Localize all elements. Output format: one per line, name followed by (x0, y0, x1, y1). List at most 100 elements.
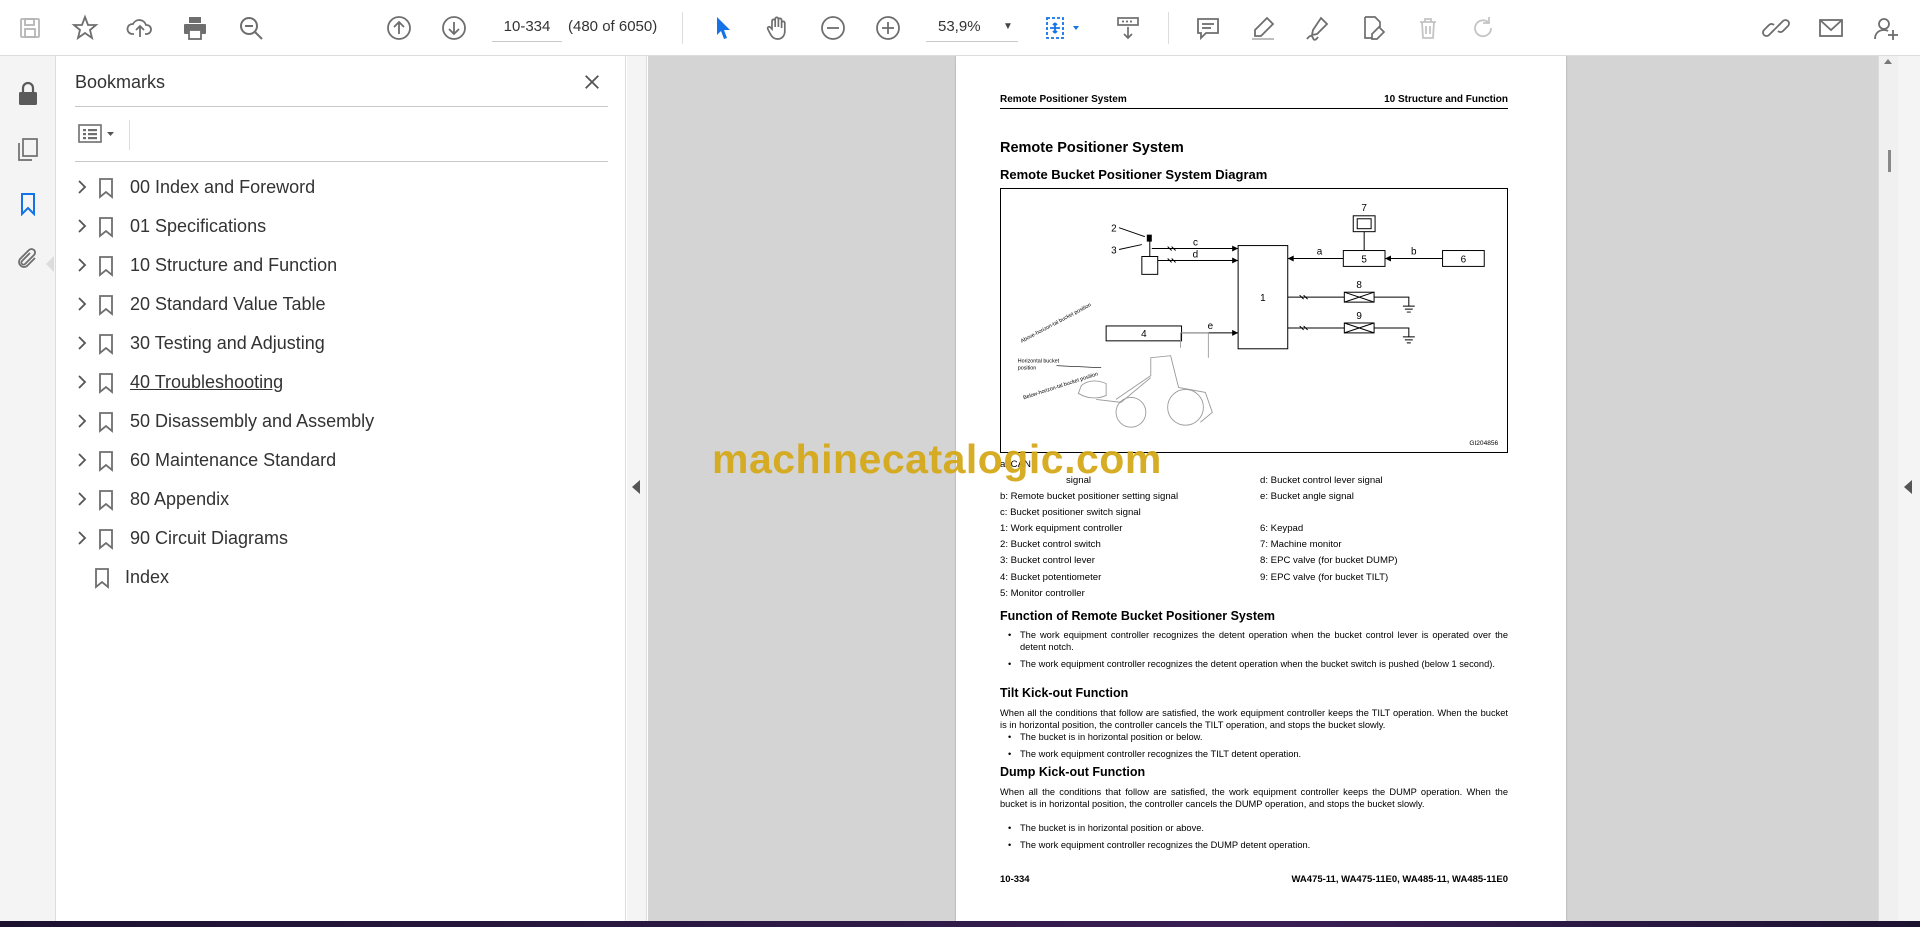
bookmark-label: 30 Testing and Adjusting (130, 333, 325, 353)
watermark-text: machinecatalogic.com (712, 436, 1162, 482)
right-panel-expand-handle[interactable] (1898, 56, 1920, 921)
scroll-up-icon[interactable] (1884, 59, 1892, 64)
bookmark-options-button[interactable] (76, 120, 122, 148)
page-footer-number: 10-334 (1000, 874, 1030, 885)
dump-paragraph: When all the conditions that follow are … (1000, 787, 1508, 809)
diagram-label-2: 2 (1111, 224, 1117, 235)
highlight-pen-icon[interactable] (1245, 10, 1281, 46)
bookmark-item[interactable]: 30 Testing and Adjusting (56, 324, 626, 363)
panel-title: Bookmarks (75, 72, 166, 92)
bookmark-item[interactable]: 40 Troubleshooting (56, 363, 626, 402)
navigation-rail (0, 56, 56, 927)
diagram-label-d: d (1193, 249, 1199, 260)
close-icon[interactable] (578, 68, 606, 96)
main-toolbar: (480 of 6050) 53,9% ▼ (0, 0, 1920, 56)
diagram-arrow (1232, 329, 1239, 336)
bookmark-item[interactable]: 00 Index and Foreword (56, 168, 626, 207)
draw-signature-icon[interactable] (1300, 10, 1336, 46)
print-icon[interactable] (177, 10, 213, 46)
zoom-in-icon[interactable] (870, 10, 906, 46)
section-heading-tilt: Tilt Kick-out Function (1000, 686, 1129, 700)
share-user-icon[interactable] (1868, 10, 1904, 46)
bookmark-icon (99, 334, 113, 355)
running-header-left: Remote Positioner System (1000, 94, 1127, 105)
bookmark-icon (99, 217, 113, 238)
redo-icon[interactable] (1465, 10, 1501, 46)
bookmark-icon (99, 373, 113, 394)
bookmark-label: Index (125, 567, 170, 587)
chevron-right-icon[interactable] (73, 490, 91, 508)
share-link-icon[interactable] (1758, 10, 1794, 46)
lock-icon[interactable] (10, 76, 46, 112)
comment-icon[interactable] (1190, 10, 1226, 46)
bookmark-item[interactable]: 60 Maintenance Standard (56, 441, 626, 480)
function-bullet-1: The work equipment controller recognizes… (1008, 629, 1508, 653)
bookmark-item[interactable]: 20 Standard Value Table (56, 285, 626, 324)
diagram-switch-2 (1146, 234, 1152, 242)
diagram-label-6: 6 (1461, 254, 1467, 265)
pdf-viewer-window: (480 of 6050) 53,9% ▼ (0, 0, 1920, 927)
header-rule (1000, 108, 1508, 109)
chevron-right-icon[interactable] (73, 334, 91, 352)
chevron-right-icon[interactable] (73, 451, 91, 469)
chevron-right-icon[interactable] (73, 373, 91, 391)
pdf-page: Remote Positioner System 10 Structure an… (956, 56, 1566, 921)
legend-6: 6: Keypad (1260, 523, 1304, 534)
bookmark-label: 80 Appendix (130, 489, 230, 509)
diagram-wire (1374, 327, 1410, 337)
diagram-leader (1056, 365, 1102, 368)
bookmark-item[interactable]: 80 Appendix (56, 480, 626, 519)
diagram-label-7: 7 (1361, 203, 1367, 214)
expand-left-icon (1904, 480, 1912, 494)
star-icon[interactable] (67, 10, 103, 46)
list-options-icon (78, 124, 114, 143)
email-icon[interactable] (1813, 10, 1849, 46)
save-icon[interactable] (12, 10, 48, 46)
chevron-right-icon[interactable] (73, 178, 91, 196)
chevron-right-icon[interactable] (73, 529, 91, 547)
cloud-upload-icon[interactable] (122, 10, 158, 46)
vertical-scrollbar[interactable] (1878, 56, 1898, 921)
page-number-input[interactable] (492, 12, 562, 42)
diagram-label-3: 3 (1111, 246, 1117, 257)
page-thumbnails-icon[interactable] (10, 131, 46, 167)
diagram-leader (1118, 227, 1145, 238)
bookmark-panel-icon[interactable] (10, 186, 46, 222)
diagram-annotation-horizontal: position (1018, 366, 1036, 372)
find-zoom-icon[interactable] (233, 10, 269, 46)
zoom-level-select[interactable]: 53,9% ▼ (926, 12, 1018, 42)
chevron-right-icon[interactable] (73, 217, 91, 235)
chevron-right-icon[interactable] (73, 256, 91, 274)
bookmark-item[interactable]: Index (56, 558, 626, 597)
tilt-paragraph: When all the conditions that follow are … (1000, 708, 1508, 730)
bookmark-item[interactable]: 10 Structure and Function (56, 246, 626, 285)
next-page-icon[interactable] (436, 10, 472, 46)
fit-page-icon[interactable] (1040, 10, 1086, 46)
document-viewport[interactable]: Remote Positioner System 10 Structure an… (648, 56, 1878, 921)
edit-document-icon[interactable] (1355, 10, 1391, 46)
diagram-arrow (1385, 255, 1391, 262)
bookmarks-panel: Bookmarks 00 Index and Foreword 01 Specif… (56, 56, 626, 921)
bookmark-item[interactable]: 90 Circuit Diagrams (56, 519, 626, 558)
legend-2: 2: Bucket control switch (1000, 539, 1101, 550)
scroll-mode-icon[interactable] (1110, 10, 1146, 46)
section-heading-function: Function of Remote Bucket Positioner Sys… (1000, 609, 1276, 623)
zoom-out-icon[interactable] (815, 10, 851, 46)
delete-icon[interactable] (1410, 10, 1446, 46)
scrollbar-thumb[interactable] (1888, 150, 1891, 172)
attachment-icon[interactable] (10, 241, 46, 277)
diagram-label-c: c (1193, 238, 1198, 249)
diagram-heading: Remote Bucket Positioner System Diagram (1000, 167, 1268, 182)
toolbar-divider (129, 120, 130, 150)
bookmark-icon (99, 490, 113, 511)
chevron-right-icon[interactable] (73, 412, 91, 430)
chevron-right-icon[interactable] (73, 295, 91, 313)
select-cursor-icon[interactable] (705, 10, 741, 46)
hand-tool-icon[interactable] (760, 10, 796, 46)
bookmark-icon (99, 451, 113, 472)
bookmark-item[interactable]: 50 Disassembly and Assembly (56, 402, 626, 441)
diagram-annotation-above: Above-horizon-tal bucket position (1020, 302, 1093, 344)
bookmark-item[interactable]: 01 Specifications (56, 207, 626, 246)
panel-collapse-handle[interactable] (627, 56, 647, 921)
previous-page-icon[interactable] (381, 10, 417, 46)
